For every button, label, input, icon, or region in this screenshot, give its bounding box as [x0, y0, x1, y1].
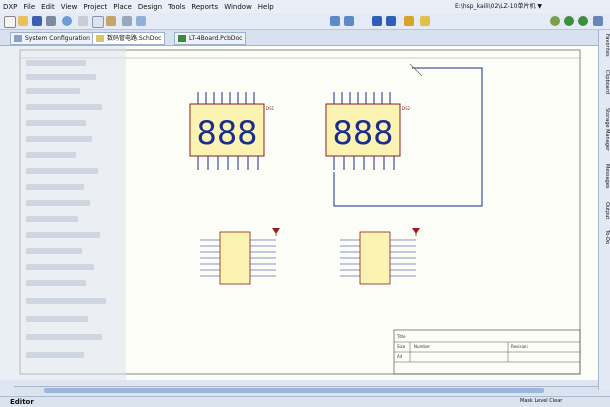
redo-icon[interactable]: [344, 16, 354, 26]
panel-row: [26, 104, 102, 110]
settings-icon[interactable]: [550, 16, 560, 26]
panel-row: [26, 120, 86, 126]
cut-icon[interactable]: [78, 16, 88, 26]
scroll-thumb[interactable]: [44, 388, 544, 393]
panel-tab-favorites[interactable]: Favorites: [600, 34, 610, 57]
display-ref: DS1: [266, 106, 275, 111]
panel-row: [26, 216, 78, 222]
display-digits: 888: [332, 114, 393, 152]
schematic-icon: [96, 35, 104, 42]
panel-row: [26, 298, 106, 304]
tab-system-configuration[interactable]: System Configuration: [10, 32, 94, 45]
panel-row: [26, 200, 90, 206]
tab-pcb[interactable]: LT-4Board.PcbDoc: [174, 32, 247, 45]
panel-row: [26, 152, 76, 158]
home-icon[interactable]: [593, 16, 603, 26]
pcb-icon: [178, 35, 186, 42]
seven-segment-display-2[interactable]: 888 DS2: [325, 92, 411, 170]
ic-body: [359, 231, 391, 285]
power-port-icon: [412, 228, 420, 234]
print-icon[interactable]: [46, 16, 56, 26]
menu-reports[interactable]: Reports: [191, 3, 218, 11]
back-icon[interactable]: [564, 16, 574, 26]
editor-tab[interactable]: Editor: [10, 398, 34, 406]
power-port-icon: [272, 228, 280, 234]
title-block: Title Size Number Revision A4: [393, 329, 581, 375]
panel-row: [26, 168, 98, 174]
menu-place[interactable]: Place: [113, 3, 132, 11]
toolbar: [0, 13, 610, 30]
bus-icon[interactable]: [386, 16, 396, 26]
panel-row: [26, 232, 100, 238]
open-folder-icon[interactable]: [18, 16, 28, 26]
power-port-icon[interactable]: [404, 16, 414, 26]
right-panel-bar: Favorites Clipboard Storage Manager Mess…: [598, 30, 610, 390]
panel-tab-messages[interactable]: Messages: [600, 164, 610, 189]
ic-body: [219, 231, 251, 285]
number-label: Number: [414, 344, 430, 349]
mask-level[interactable]: Mask Level Clear: [520, 398, 562, 404]
tab-label: LT-4Board.PcbDoc: [189, 35, 243, 42]
ic-driver-1[interactable]: [200, 228, 280, 285]
menu-edit[interactable]: Edit: [41, 3, 55, 11]
panel-row: [26, 248, 82, 254]
left-panel-strip[interactable]: [0, 46, 15, 380]
document-tabs: System Configuration 数码管电路.SchDoc LT-4Bo…: [0, 30, 600, 46]
display-digits: 888: [196, 114, 257, 152]
menu-window[interactable]: Window: [224, 3, 252, 11]
title-label: Title: [396, 334, 406, 339]
panel-tab-storage-manager[interactable]: Storage Manager: [600, 108, 610, 151]
move-icon[interactable]: [136, 16, 146, 26]
cursor-crosshair: [409, 63, 423, 77]
menu-bar: DXP File Edit View Project Place Design …: [0, 0, 610, 14]
new-icon[interactable]: [4, 16, 16, 28]
size-label: Size: [397, 344, 406, 349]
panel-tab-clipboard[interactable]: Clipboard: [600, 70, 610, 94]
panel-row: [26, 74, 96, 80]
panel-row: [26, 352, 84, 358]
tab-label: 数码管电路.SchDoc: [107, 35, 162, 42]
menu-design[interactable]: Design: [138, 3, 162, 11]
menu-file[interactable]: File: [23, 3, 35, 11]
panel-row: [26, 60, 86, 66]
panel-row: [26, 316, 88, 322]
menu-tools[interactable]: Tools: [168, 3, 185, 11]
save-icon[interactable]: [32, 16, 42, 26]
seven-segment-display-1[interactable]: 888 DS1: [189, 92, 275, 170]
forward-icon[interactable]: [578, 16, 588, 26]
tab-schematic[interactable]: 数码管电路.SchDoc: [92, 32, 166, 45]
horizontal-scrollbar[interactable]: [14, 386, 598, 395]
wire-icon[interactable]: [372, 16, 382, 26]
panel-row: [26, 280, 86, 286]
config-icon: [14, 35, 22, 42]
undo-icon[interactable]: [330, 16, 340, 26]
tab-label: System Configuration: [25, 35, 90, 42]
panel-row: [26, 88, 80, 94]
menu-dxp[interactable]: DXP: [3, 3, 17, 11]
panel-row: [26, 334, 102, 340]
panel-tab-todo[interactable]: To-Do: [600, 230, 610, 244]
projects-panel-ghost: [14, 46, 126, 380]
status-bar: Editor Mask Level Clear: [0, 396, 610, 407]
zoom-icon[interactable]: [62, 16, 72, 26]
select-icon[interactable]: [122, 16, 132, 26]
panel-row: [26, 184, 84, 190]
display-ref: DS2: [402, 106, 411, 111]
paste-icon[interactable]: [106, 16, 116, 26]
panel-row: [26, 264, 94, 270]
menu-help[interactable]: Help: [258, 3, 274, 11]
menu-view[interactable]: View: [61, 3, 78, 11]
part-icon[interactable]: [420, 16, 430, 26]
menu-project[interactable]: Project: [83, 3, 107, 11]
revision-label: Revision: [511, 344, 528, 349]
ic-driver-2[interactable]: [340, 228, 420, 285]
document-path[interactable]: E:\hsp_kaili\02\LZ-10单片机 ▼: [455, 1, 542, 10]
copy-icon[interactable]: [92, 16, 104, 28]
size-value: A4: [397, 354, 403, 359]
panel-tab-output[interactable]: Output: [600, 202, 610, 219]
panel-row: [26, 136, 92, 142]
